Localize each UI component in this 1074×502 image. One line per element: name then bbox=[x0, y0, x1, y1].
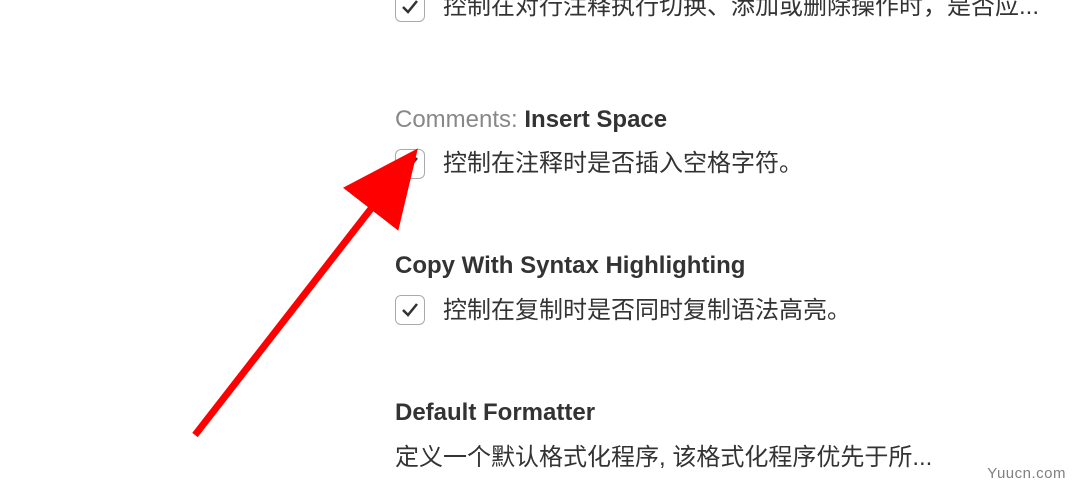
checkbox-partial[interactable] bbox=[395, 0, 425, 22]
setting-description: 控制在注释时是否插入空格字符。 bbox=[443, 147, 803, 181]
checkmark-icon bbox=[400, 154, 420, 174]
checkbox-insert-space[interactable] bbox=[395, 149, 425, 179]
setting-title: Copy With Syntax Highlighting bbox=[395, 250, 1074, 281]
setting-description: 控制在复制时是否同时复制语法高亮。 bbox=[443, 294, 851, 328]
setting-description: 控制在对行注释执行切换、添加或删除操作时，是否应... bbox=[443, 0, 1039, 24]
setting-item-copy-syntax: Copy With Syntax Highlighting 控制在复制时是否同时… bbox=[395, 250, 1074, 327]
setting-description: 定义一个默认格式化程序, 该格式化程序优先于所... bbox=[395, 440, 1074, 476]
setting-name: Insert Space bbox=[524, 106, 667, 133]
checkbox-copy-syntax[interactable] bbox=[395, 295, 425, 325]
settings-panel: 控制在对行注释执行切换、添加或删除操作时，是否应... Comments: In… bbox=[0, 0, 1074, 476]
checkmark-icon bbox=[400, 0, 420, 17]
setting-prefix: Comments: bbox=[395, 106, 524, 133]
setting-name: Default Formatter bbox=[395, 399, 595, 426]
setting-title: Default Formatter bbox=[395, 397, 1074, 428]
setting-item-partial: 控制在对行注释执行切换、添加或删除操作时，是否应... bbox=[395, 0, 1074, 24]
setting-item-insert-space: Comments: Insert Space 控制在注释时是否插入空格字符。 bbox=[395, 104, 1074, 181]
checkmark-icon bbox=[400, 300, 420, 320]
setting-name: Copy With Syntax Highlighting bbox=[395, 252, 745, 279]
setting-item-default-formatter: Default Formatter 定义一个默认格式化程序, 该格式化程序优先于… bbox=[395, 397, 1074, 476]
setting-title: Comments: Insert Space bbox=[395, 104, 1074, 135]
watermark: Yuucn.com bbox=[987, 465, 1066, 482]
